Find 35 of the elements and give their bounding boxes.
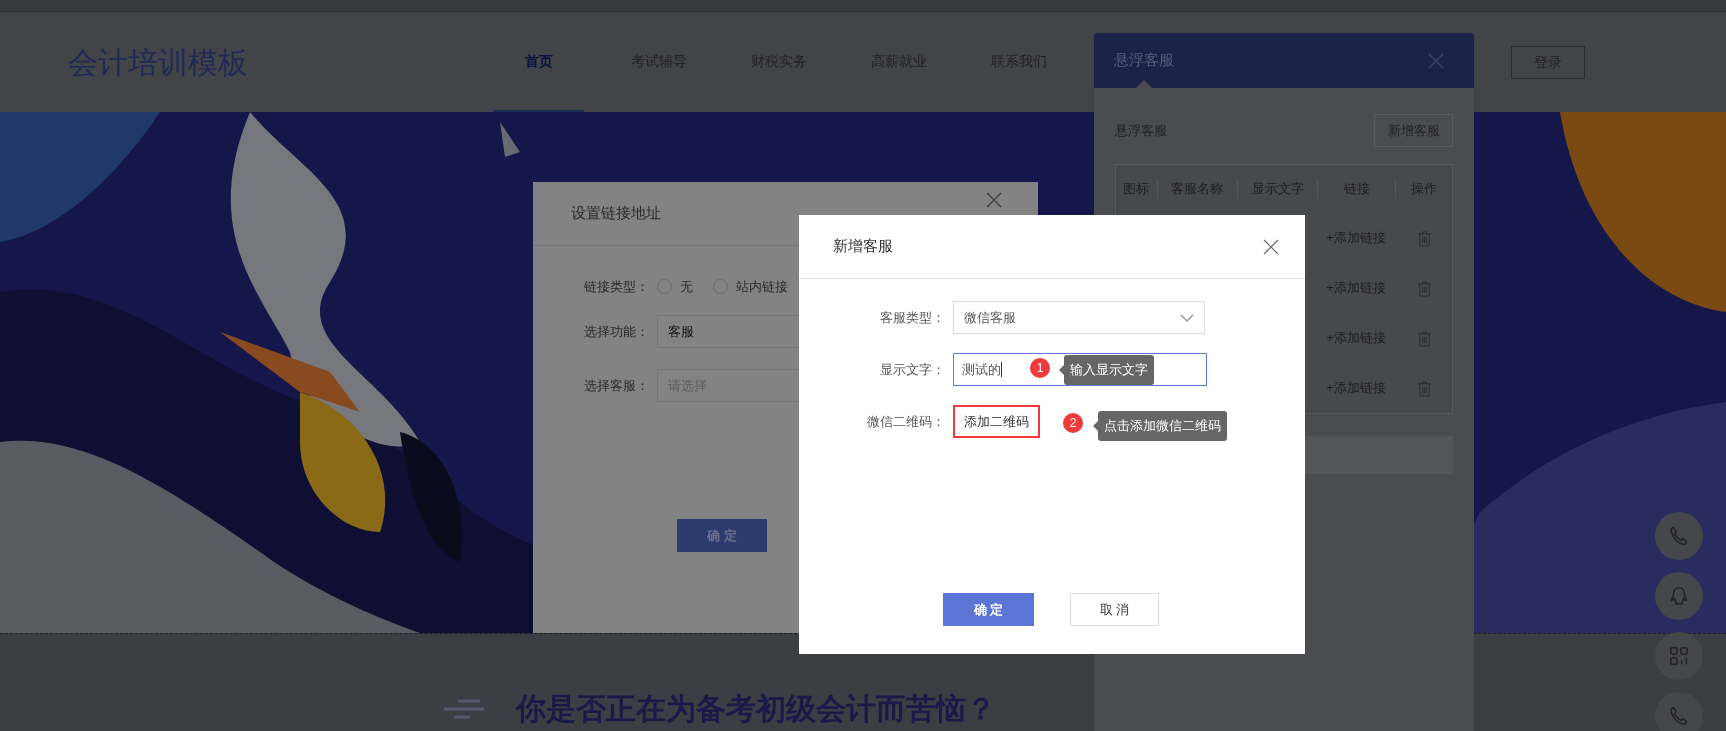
trash-icon[interactable] [1416, 329, 1432, 347]
text-cursor [1001, 362, 1002, 377]
qr-code-icon [1668, 645, 1690, 667]
close-icon[interactable] [1263, 238, 1279, 255]
radio-label: 站内链接 [736, 277, 788, 296]
confirm-button[interactable]: 确 定 [943, 593, 1034, 626]
radio-label: 无 [680, 277, 693, 296]
penguin-icon [1668, 585, 1690, 607]
phone-icon [1668, 705, 1690, 727]
close-icon[interactable] [986, 191, 1002, 208]
dialog-title: 新增客服 [833, 236, 893, 257]
field-label: 选择功能： [583, 322, 649, 341]
panel-title: 悬浮客服 [1114, 50, 1174, 71]
dialog-title: 设置链接地址 [571, 203, 661, 224]
cancel-button[interactable]: 取 消 [1070, 593, 1159, 626]
chevron-down-icon [1180, 313, 1194, 322]
field-label: 链接类型： [583, 277, 649, 296]
tooltip: 输入显示文字 [1064, 355, 1154, 385]
select-value: 微信客服 [964, 308, 1016, 327]
phone-icon [1668, 525, 1690, 547]
confirm-button[interactable]: 确 定 [677, 519, 767, 552]
input-value: 测试的 [962, 360, 1001, 379]
select-field[interactable]: 微信客服 [953, 301, 1205, 334]
field-label: 微信二维码： [866, 412, 945, 431]
trash-icon[interactable] [1416, 229, 1432, 247]
trash-icon[interactable] [1416, 379, 1432, 397]
step-badge: 1 [1030, 358, 1050, 378]
trash-icon[interactable] [1416, 279, 1432, 297]
add-qr-button[interactable]: 添加二维码 [953, 405, 1040, 438]
step-badge: 2 [1063, 413, 1083, 433]
tooltip: 点击添加微信二维码 [1098, 411, 1227, 441]
float-button[interactable] [1655, 632, 1703, 680]
field-label: 选择客服： [583, 376, 649, 395]
float-button[interactable] [1655, 692, 1703, 731]
pointer-notch [1136, 80, 1152, 88]
